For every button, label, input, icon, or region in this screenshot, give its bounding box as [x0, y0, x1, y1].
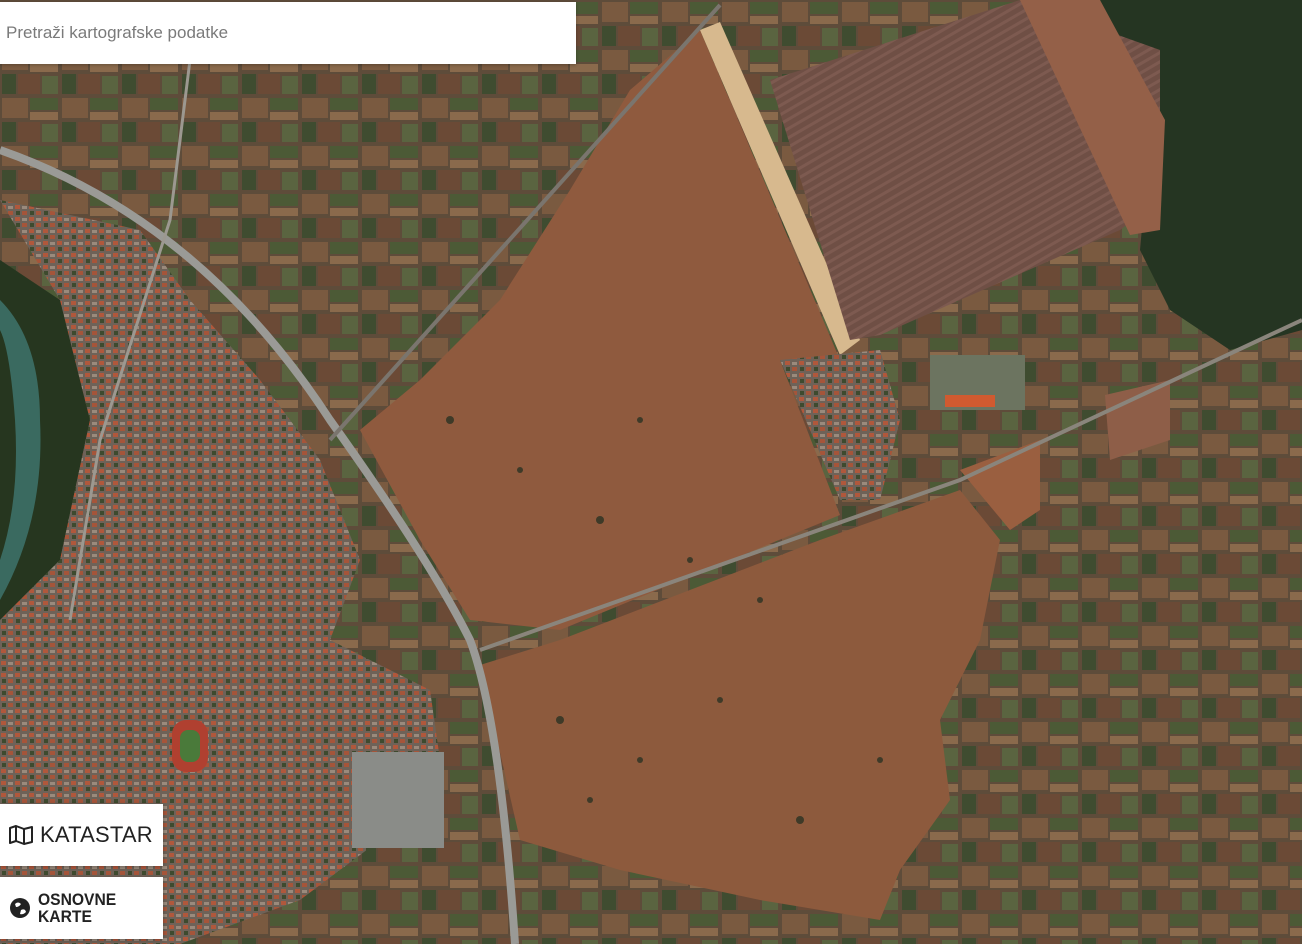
search-box: [0, 2, 576, 64]
satellite-map[interactable]: [0, 0, 1302, 944]
katastar-button[interactable]: KATASTAR: [0, 804, 163, 866]
katastar-label: KATASTAR: [40, 822, 153, 847]
osnovne-line2: KARTE: [38, 907, 92, 926]
cemetery: [352, 752, 444, 848]
osnovne-karte-label: OSNOVNE KARTE: [38, 891, 116, 925]
map-icon: [8, 824, 34, 846]
search-input[interactable]: [0, 2, 566, 64]
osnovne-karte-button[interactable]: OSNOVNE KARTE: [0, 877, 163, 939]
globe-icon: [8, 896, 32, 920]
